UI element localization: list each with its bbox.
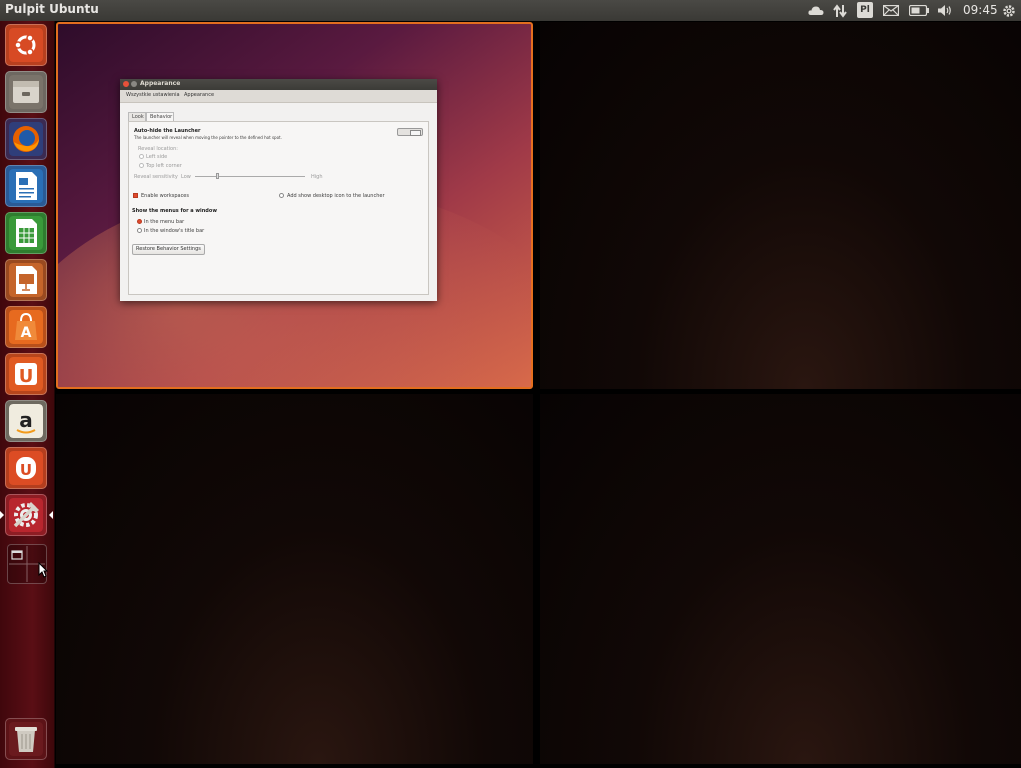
- top-panel: Pulpit Ubuntu Pl 09:45: [0, 0, 1021, 21]
- enable-workspaces-checkbox[interactable]: [133, 193, 138, 198]
- launcher: A U a U: [0, 21, 55, 768]
- sensitivity-high-label: High: [311, 174, 323, 180]
- writer-document-icon: [9, 169, 43, 203]
- svg-text:a: a: [19, 408, 33, 432]
- autohide-heading: Auto-hide the Launcher: [134, 128, 201, 134]
- reveal-top-left-label: Top left corner: [146, 163, 182, 169]
- clock[interactable]: 09:45: [963, 3, 998, 17]
- impress-presentation-icon: [9, 263, 43, 297]
- menus-heading: Show the menus for a window: [132, 208, 217, 214]
- ubuntu-one-icon: U: [9, 357, 43, 391]
- mail-icon[interactable]: [882, 3, 900, 18]
- amazon-icon: a: [9, 404, 43, 438]
- tab-look[interactable]: Look: [128, 112, 146, 121]
- keyboard-layout-icon[interactable]: Pl: [857, 2, 873, 18]
- minimize-icon[interactable]: [131, 81, 137, 87]
- software-center-bag-icon: A: [9, 310, 43, 344]
- menus-in-menubar-label: In the menu bar: [144, 219, 185, 225]
- launcher-files[interactable]: [5, 71, 47, 113]
- launcher-ubuntu-one-music[interactable]: U: [5, 447, 47, 489]
- active-arrow-left-icon: [0, 511, 4, 519]
- workspace-1[interactable]: Appearance Wszystkie ustawienia Appearan…: [56, 22, 533, 389]
- mouse-pointer-icon: [38, 562, 48, 578]
- appearance-window[interactable]: Appearance Wszystkie ustawienia Appearan…: [120, 79, 437, 301]
- enable-workspaces-label: Enable workspaces: [141, 193, 189, 199]
- reveal-top-left-radio[interactable]: [139, 163, 144, 168]
- launcher-dash-home[interactable]: [5, 24, 47, 66]
- reveal-location-label: Reveal location:: [138, 146, 178, 152]
- firefox-icon: [9, 122, 43, 156]
- autohide-description: The launcher will reveal when moving the…: [134, 135, 282, 140]
- svg-text:U: U: [20, 461, 32, 479]
- show-desktop-icon-label: Add show desktop icon to the launcher: [287, 193, 385, 199]
- breadcrumb-all-settings[interactable]: Wszystkie ustawienia: [126, 92, 180, 98]
- keyboard-layout-label: Pl: [860, 5, 870, 15]
- launcher-libreoffice-calc[interactable]: [5, 212, 47, 254]
- menus-in-titlebar-label: In the window's title bar: [144, 228, 205, 234]
- panel-title: Pulpit Ubuntu: [5, 2, 99, 16]
- svg-text:A: A: [21, 325, 32, 341]
- show-desktop-icon-checkbox[interactable]: [279, 193, 284, 198]
- network-transfer-icon[interactable]: [832, 3, 848, 18]
- ubuntu-logo-icon: [9, 28, 43, 62]
- volume-icon[interactable]: [936, 3, 954, 18]
- breadcrumb-appearance[interactable]: Appearance: [184, 92, 214, 98]
- battery-icon[interactable]: [908, 3, 930, 18]
- workspace-3[interactable]: [56, 394, 533, 764]
- launcher-ubuntu-one[interactable]: U: [5, 353, 47, 395]
- close-icon[interactable]: [123, 81, 129, 87]
- launcher-trash[interactable]: [5, 718, 47, 760]
- sensitivity-low-label: Low: [181, 174, 191, 180]
- file-cabinet-icon: [9, 75, 43, 109]
- autohide-toggle[interactable]: [397, 128, 423, 136]
- launcher-firefox[interactable]: [5, 118, 47, 160]
- workspace-2[interactable]: [540, 22, 1021, 389]
- breadcrumb: Wszystkie ustawienia Appearance: [120, 90, 437, 103]
- menus-in-menubar-radio[interactable]: [137, 219, 142, 224]
- restore-behavior-button[interactable]: Restore Behavior Settings: [132, 244, 205, 255]
- sensitivity-slider-thumb[interactable]: [216, 173, 220, 179]
- workspace-4[interactable]: [540, 394, 1021, 764]
- reveal-left-side-label: Left side: [146, 154, 168, 160]
- cloud-icon[interactable]: [807, 3, 825, 18]
- launcher-libreoffice-writer[interactable]: [5, 165, 47, 207]
- window-titlebar[interactable]: Appearance: [120, 79, 437, 90]
- calc-spreadsheet-icon: [9, 216, 43, 250]
- trash-icon: [9, 722, 43, 756]
- tab-behavior[interactable]: Behavior: [146, 112, 174, 121]
- window-title: Appearance: [140, 80, 181, 87]
- behavior-panel: Auto-hide the Launcher The launcher will…: [128, 121, 429, 295]
- launcher-system-settings[interactable]: [5, 494, 47, 536]
- launcher-libreoffice-impress[interactable]: [5, 259, 47, 301]
- launcher-software-center[interactable]: A: [5, 306, 47, 348]
- sensitivity-slider[interactable]: [195, 173, 305, 179]
- reveal-left-side-radio[interactable]: [139, 154, 144, 159]
- ubuntu-one-music-icon: U: [9, 451, 43, 485]
- active-arrow-right-icon: [49, 511, 53, 519]
- settings-gear-icon[interactable]: [1001, 3, 1017, 18]
- launcher-amazon[interactable]: a: [5, 400, 47, 442]
- svg-text:U: U: [19, 366, 34, 387]
- system-settings-icon: [9, 498, 43, 532]
- sensitivity-label: Reveal sensitivity: [134, 174, 178, 180]
- menus-in-titlebar-radio[interactable]: [137, 228, 142, 233]
